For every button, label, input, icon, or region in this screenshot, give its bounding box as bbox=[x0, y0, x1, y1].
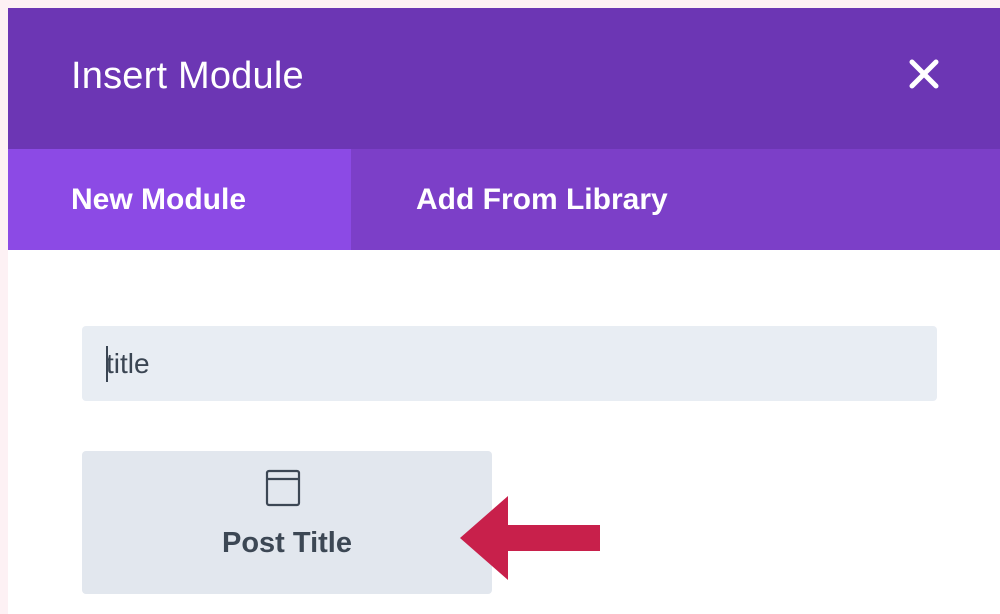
tab-label: Add From Library bbox=[416, 183, 668, 216]
modal-header: Insert Module bbox=[8, 8, 1000, 149]
tab-new-module[interactable]: New Module bbox=[8, 149, 351, 250]
post-title-module-button[interactable]: Post Title bbox=[82, 451, 492, 594]
close-icon bbox=[909, 59, 939, 89]
search-field[interactable] bbox=[82, 326, 937, 401]
close-button[interactable] bbox=[906, 56, 950, 100]
tab-bar: New Module Add From Library bbox=[8, 149, 1000, 250]
tab-add-from-library[interactable]: Add From Library bbox=[351, 149, 1000, 250]
tab-label: New Module bbox=[71, 183, 247, 216]
post-title-icon bbox=[265, 469, 301, 507]
search-input[interactable] bbox=[106, 326, 906, 401]
module-label: Post Title bbox=[222, 527, 352, 559]
text-caret bbox=[106, 346, 108, 382]
modal-title: Insert Module bbox=[71, 55, 304, 97]
insert-module-modal: Insert Module New Module Add From Librar… bbox=[8, 8, 1000, 614]
arrow-left-icon bbox=[460, 496, 600, 580]
